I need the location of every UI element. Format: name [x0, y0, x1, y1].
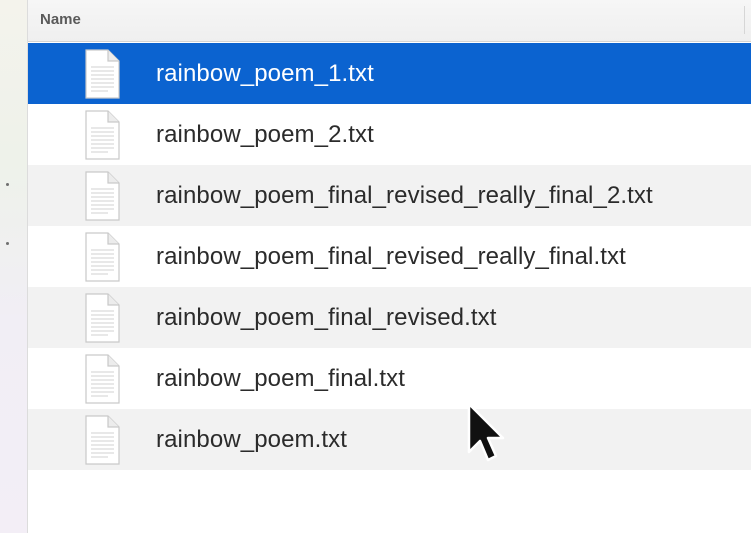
- text-document-icon[interactable]: [82, 354, 122, 404]
- sidebar-marker: [6, 183, 9, 186]
- file-name[interactable]: rainbow_poem_final.txt: [156, 365, 405, 393]
- file-row[interactable]: rainbow_poem_final_revised_really_final_…: [28, 165, 751, 226]
- text-document-icon[interactable]: [82, 293, 122, 343]
- sidebar: [0, 0, 28, 533]
- file-name[interactable]: rainbow_poem_final_revised.txt: [156, 304, 497, 332]
- text-document-icon[interactable]: [82, 415, 122, 465]
- column-divider[interactable]: [744, 6, 745, 34]
- file-name[interactable]: rainbow_poem_final_revised_really_final.…: [156, 243, 626, 271]
- column-header[interactable]: Name: [28, 0, 751, 42]
- text-document-icon[interactable]: [82, 49, 122, 99]
- list-empty-area[interactable]: [28, 470, 751, 533]
- sidebar-marker: [6, 242, 9, 245]
- file-list: rainbow_poem_1.txt rainbow_poem_2.txt ra…: [28, 43, 751, 470]
- name-column-header[interactable]: Name: [40, 11, 81, 28]
- finder-window: Name rainbow_poem_1.txt rainbow_poem_2.t…: [0, 0, 751, 533]
- file-row[interactable]: rainbow_poem_final_revised_really_final.…: [28, 226, 751, 287]
- text-document-icon[interactable]: [82, 110, 122, 160]
- text-document-icon[interactable]: [82, 232, 122, 282]
- mouse-pointer-icon: [467, 402, 505, 462]
- text-document-icon[interactable]: [82, 171, 122, 221]
- file-row[interactable]: rainbow_poem_final_revised.txt: [28, 287, 751, 348]
- file-row[interactable]: rainbow_poem_1.txt: [28, 43, 751, 104]
- file-row[interactable]: rainbow_poem_final.txt: [28, 348, 751, 409]
- file-row[interactable]: rainbow_poem.txt: [28, 409, 751, 470]
- file-name[interactable]: rainbow_poem_final_revised_really_final_…: [156, 182, 653, 210]
- file-name[interactable]: rainbow_poem_1.txt: [156, 60, 374, 88]
- file-name[interactable]: rainbow_poem.txt: [156, 426, 347, 454]
- file-name[interactable]: rainbow_poem_2.txt: [156, 121, 374, 149]
- file-row[interactable]: rainbow_poem_2.txt: [28, 104, 751, 165]
